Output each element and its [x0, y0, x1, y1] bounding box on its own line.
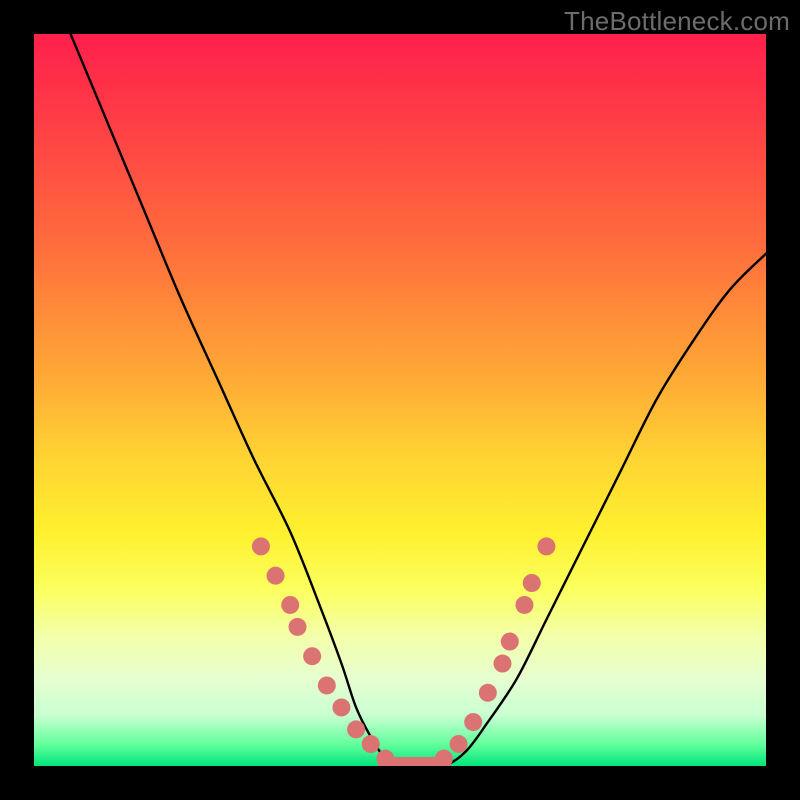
- curve-marker-dot: [252, 537, 270, 555]
- curve-marker-dot: [420, 757, 438, 766]
- curve-marker-dot: [435, 750, 453, 766]
- curve-marker-dot: [303, 647, 321, 665]
- curve-marker-dot: [464, 713, 482, 731]
- curve-marker-dot: [267, 567, 285, 585]
- curve-markers: [252, 537, 555, 766]
- curve-marker-dot: [289, 618, 307, 636]
- curve-marker-dot: [406, 757, 424, 766]
- chart-frame: TheBottleneck.com: [0, 0, 800, 800]
- curve-marker-dot: [523, 574, 541, 592]
- curve-marker-dot: [501, 633, 519, 651]
- curve-marker-dot: [450, 735, 468, 753]
- curve-marker-dot: [347, 720, 365, 738]
- curve-marker-dot: [281, 596, 299, 614]
- curve-marker-dot: [537, 537, 555, 555]
- plot-area: [34, 34, 766, 766]
- watermark-text: TheBottleneck.com: [564, 6, 790, 37]
- curve-marker-dot: [332, 698, 350, 716]
- curve-marker-dot: [318, 676, 336, 694]
- curve-marker-dot: [362, 735, 380, 753]
- bottleneck-curve: [71, 34, 766, 766]
- curve-layer: [34, 34, 766, 766]
- curve-marker-dot: [479, 684, 497, 702]
- curve-marker-dot: [493, 655, 511, 673]
- curve-marker-dot: [391, 757, 409, 766]
- curve-marker-dot: [376, 750, 394, 766]
- curve-marker-dot: [515, 596, 533, 614]
